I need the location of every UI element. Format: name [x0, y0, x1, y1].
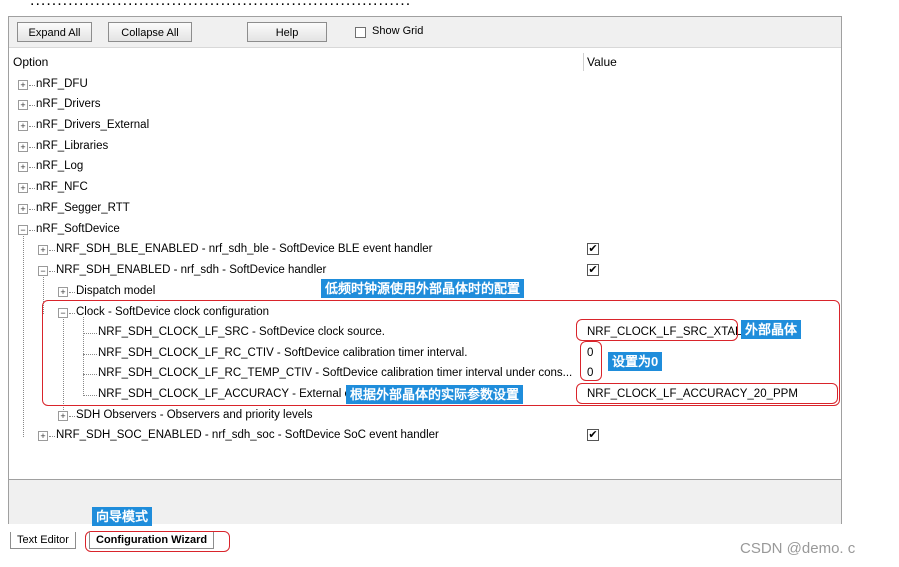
tree-item-clock-lf-src[interactable]: NRF_SDH_CLOCK_LF_SRC - SoftDevice clock …	[9, 324, 841, 342]
column-header: Option Value	[9, 53, 841, 71]
expand-all-button[interactable]: Expand All	[17, 22, 92, 42]
tree-item-clock-lf-rc-ctiv[interactable]: NRF_SDH_CLOCK_LF_RC_CTIV - SoftDevice ca…	[9, 345, 841, 363]
collapse-icon[interactable]: −	[38, 266, 48, 276]
tree-item-nrf-dfu[interactable]: + nRF_DFU	[9, 76, 841, 94]
lf-accuracy-value[interactable]: NRF_CLOCK_LF_ACCURACY_20_PPM	[587, 388, 798, 400]
tree-item-label: NRF_SDH_CLOCK_LF_RC_CTIV - SoftDevice ca…	[98, 347, 468, 359]
tree-item-label: NRF_SDH_ENABLED - nrf_sdh - SoftDevice h…	[56, 264, 327, 276]
configuration-wizard-panel: Expand All Collapse All Help Show Grid O…	[8, 16, 842, 524]
expand-icon[interactable]: +	[38, 245, 48, 255]
tree-item-nrf-drivers-external[interactable]: + nRF_Drivers_External	[9, 117, 841, 135]
tree-item-label: nRF_Drivers	[36, 98, 101, 110]
expand-icon[interactable]: +	[18, 204, 28, 214]
tab-text-editor[interactable]: Text Editor	[10, 532, 76, 549]
tree-item-label: nRF_SoftDevice	[36, 223, 120, 235]
toolbar: Expand All Collapse All Help Show Grid	[9, 17, 841, 48]
clock-callout: 低频时钟源使用外部晶体时的配置	[321, 279, 525, 298]
expand-icon[interactable]: +	[58, 411, 68, 421]
collapse-all-button[interactable]: Collapse All	[108, 22, 192, 42]
accuracy-callout: 根据外部晶体的实际参数设置	[346, 385, 524, 404]
cropped-article-text: ........................................…	[30, 0, 412, 9]
expand-icon[interactable]: +	[18, 121, 28, 131]
tree-item-sdh-ble-enabled[interactable]: + NRF_SDH_BLE_ENABLED - nrf_sdh_ble - So…	[9, 241, 841, 259]
tree-connector	[29, 126, 35, 127]
column-separator[interactable]	[583, 53, 584, 71]
tree-connector	[49, 436, 55, 437]
tree-connector	[69, 313, 75, 314]
tree-connector	[29, 188, 35, 189]
tree-item-label: nRF_Segger_RTT	[36, 202, 130, 214]
tree-item-label: nRF_Drivers_External	[36, 119, 150, 131]
tree-item-label: Clock - SoftDevice clock configuration	[76, 306, 270, 318]
tree-connector	[69, 416, 75, 417]
tree-connector	[49, 271, 55, 272]
tree-item-sdh-observers[interactable]: + SDH Observers - Observers and priority…	[9, 407, 841, 425]
zero-callout: 设置为0	[608, 352, 663, 371]
xtal-callout: 外部晶体	[741, 320, 802, 339]
tree-item-label: NRF_SDH_CLOCK_LF_RC_TEMP_CTIV - SoftDevi…	[98, 367, 573, 379]
ble-enabled-checkbox[interactable]: ✔	[587, 243, 599, 255]
tree-item-label: NRF_SDH_CLOCK_LF_SRC - SoftDevice clock …	[98, 326, 385, 338]
expand-icon[interactable]: +	[18, 142, 28, 152]
help-button[interactable]: Help	[247, 22, 327, 42]
soc-enabled-checkbox[interactable]: ✔	[587, 429, 599, 441]
collapse-icon[interactable]: −	[58, 308, 68, 318]
tree-connector	[29, 230, 35, 231]
tree-item-label: SDH Observers - Observers and priority l…	[76, 409, 313, 421]
show-grid-checkbox[interactable]	[355, 27, 366, 38]
tree-connector	[29, 147, 35, 148]
lf-src-value[interactable]: NRF_CLOCK_LF_SRC_XTAL	[587, 326, 741, 338]
lf-rc-ctiv-value[interactable]: 0	[587, 347, 593, 359]
tree-item-label: NRF_SDH_BLE_ENABLED - nrf_sdh_ble - Soft…	[56, 243, 433, 255]
tree-item-sdh-enabled[interactable]: − NRF_SDH_ENABLED - nrf_sdh - SoftDevice…	[9, 262, 841, 280]
tree-connector	[29, 167, 35, 168]
expand-icon[interactable]: +	[18, 162, 28, 172]
tree-item-label: NRF_SDH_CLOCK_LF_ACCURACY - External cl	[98, 388, 353, 400]
lf-rc-temp-ctiv-value[interactable]: 0	[587, 367, 593, 379]
tree-connector	[83, 333, 97, 334]
tree-connector	[49, 250, 55, 251]
tree-item-label: Dispatch model	[76, 285, 156, 297]
show-grid-label: Show Grid	[372, 25, 424, 37]
tree-item-nrf-libraries[interactable]: + nRF_Libraries	[9, 138, 841, 156]
tree-item-label: NRF_SDH_SOC_ENABLED - nrf_sdh_soc - Soft…	[56, 429, 439, 441]
tree-connector	[29, 209, 35, 210]
tree-item-clock-lf-rc-temp-ctiv[interactable]: NRF_SDH_CLOCK_LF_RC_TEMP_CTIV - SoftDevi…	[9, 365, 841, 383]
expand-icon[interactable]: +	[18, 80, 28, 90]
tree-item-label: nRF_NFC	[36, 181, 88, 193]
tree-connector	[83, 374, 97, 375]
tree-connector	[29, 85, 35, 86]
watermark: CSDN @demo. c	[740, 540, 856, 557]
sdh-enabled-checkbox[interactable]: ✔	[587, 264, 599, 276]
tab-configuration-wizard[interactable]: Configuration Wizard	[89, 532, 215, 549]
expand-icon[interactable]: +	[18, 100, 28, 110]
expand-icon[interactable]: +	[18, 183, 28, 193]
wizard-callout: 向导模式	[92, 507, 153, 526]
tree-item-nrf-segger-rtt[interactable]: + nRF_Segger_RTT	[9, 200, 841, 218]
tree-item-label: nRF_Libraries	[36, 140, 109, 152]
tree-item-nrf-softdevice[interactable]: − nRF_SoftDevice	[9, 221, 841, 239]
tree-item-nrf-log[interactable]: + nRF_Log	[9, 158, 841, 176]
option-column-header[interactable]: Option	[13, 55, 48, 69]
tree-item-sdh-soc-enabled[interactable]: + NRF_SDH_SOC_ENABLED - nrf_sdh_soc - So…	[9, 427, 841, 445]
expand-icon[interactable]: +	[38, 431, 48, 441]
tree-item-label: nRF_DFU	[36, 78, 88, 90]
expand-icon[interactable]: +	[58, 287, 68, 297]
collapse-icon[interactable]: −	[18, 225, 28, 235]
tree-connector	[83, 354, 97, 355]
tree-item-clock[interactable]: − Clock - SoftDevice clock configuration	[9, 304, 841, 322]
tree-connector	[29, 105, 35, 106]
tree-item-nrf-drivers[interactable]: + nRF_Drivers	[9, 96, 841, 114]
tree-connector	[69, 292, 75, 293]
tree-item-nrf-nfc[interactable]: + nRF_NFC	[9, 179, 841, 197]
value-column-header[interactable]: Value	[587, 55, 617, 69]
tree-item-label: nRF_Log	[36, 160, 84, 172]
tree-connector	[83, 395, 97, 396]
